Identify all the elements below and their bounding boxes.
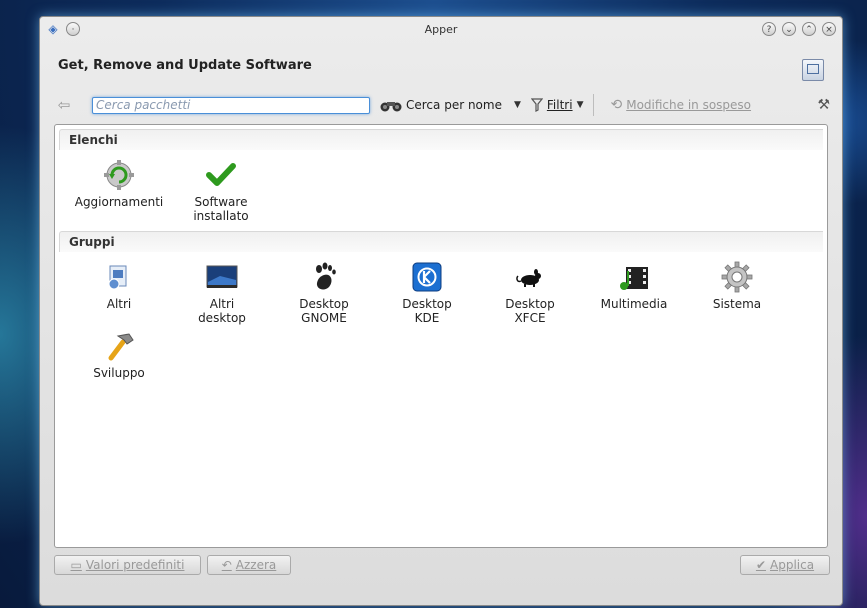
maximize-button[interactable]: ⌃ <box>802 22 816 36</box>
toolbar: ⇦ Cerca per nome ▼ Filtri ▼ ⟲ Modifiche … <box>54 93 830 117</box>
other-icon <box>102 261 136 293</box>
help-button[interactable]: ? <box>762 22 776 36</box>
kde-icon <box>410 261 444 293</box>
window-title: Apper <box>424 23 458 36</box>
defaults-button[interactable]: ▭ Valori predefiniti <box>54 555 201 575</box>
chevron-down-icon: ▼ <box>576 100 584 110</box>
filters-button[interactable]: Filtri ▼ <box>530 98 584 112</box>
titlebar: ◈ · Apper ? ⌄ ⌃ × <box>40 17 842 43</box>
checkmark-icon <box>204 159 238 191</box>
system-gear-icon <box>720 261 754 293</box>
group-item-other-desktops[interactable]: Altri desktop <box>170 261 274 325</box>
list-item-label: Software installato <box>193 195 249 223</box>
groups-section-title: Gruppi <box>69 235 115 249</box>
back-arrow-icon[interactable]: ⇦ <box>54 96 74 114</box>
search-mode-label: Cerca per nome <box>406 98 502 112</box>
list-item-installed-software[interactable]: Software installato <box>169 159 273 223</box>
updates-icon <box>102 159 136 191</box>
filters-label: Filtri <box>546 98 573 112</box>
group-item-label: Multimedia <box>600 297 668 311</box>
page-title: Get, Remove and Update Software <box>58 58 312 73</box>
close-button[interactable]: × <box>822 22 836 36</box>
pending-changes-label: Modifiche in sospeso <box>626 98 752 112</box>
binoculars-icon <box>380 102 402 112</box>
lists-section-band <box>59 129 823 150</box>
pending-changes-icon: ⟲ <box>610 97 623 113</box>
list-item-updates[interactable]: Aggiornamenti <box>67 159 171 209</box>
group-item-label: Desktop XFCE <box>505 297 555 325</box>
group-item-other[interactable]: Altri <box>67 261 171 311</box>
group-item-multimedia[interactable]: Multimedia <box>582 261 686 311</box>
hammer-icon <box>102 330 136 362</box>
list-item-label: Aggiornamenti <box>74 195 164 209</box>
apply-button[interactable]: ✔ Applica <box>740 555 830 575</box>
pending-changes-button[interactable]: ⟲ Modifiche in sospeso <box>610 97 751 113</box>
search-mode-button[interactable]: Cerca per nome ▼ <box>380 98 521 112</box>
reset-label: Azzera <box>235 558 277 572</box>
group-item-label: Altri <box>106 297 132 311</box>
group-item-label: Sistema <box>712 297 762 311</box>
reset-icon: ↶ <box>221 558 232 572</box>
apply-check-icon: ✔ <box>755 558 766 572</box>
minimize-button[interactable]: ⌄ <box>782 22 796 36</box>
groups-section-band <box>59 231 823 252</box>
defaults-icon: ▭ <box>70 558 82 572</box>
filter-icon <box>530 98 543 112</box>
settings-tools-icon[interactable]: ⚒ <box>817 97 830 113</box>
apply-label: Applica <box>770 558 815 572</box>
group-item-xfce-desktop[interactable]: Desktop XFCE <box>478 261 582 325</box>
reset-button[interactable]: ↶ Azzera <box>207 555 291 575</box>
lists-section-title: Elenchi <box>69 133 118 147</box>
defaults-label: Valori predefiniti <box>85 558 185 572</box>
group-item-development[interactable]: Sviluppo <box>67 330 171 380</box>
group-item-gnome-desktop[interactable]: Desktop GNOME <box>272 261 376 325</box>
apper-window: ◈ · Apper ? ⌄ ⌃ × Get, Remove and Update… <box>39 16 843 606</box>
group-item-label: Desktop KDE <box>402 297 452 325</box>
gnome-icon <box>307 261 341 293</box>
desktop-icon <box>205 261 239 293</box>
multimedia-icon <box>617 261 651 293</box>
toolbar-separator <box>593 94 595 116</box>
footer-buttons: ▭ Valori predefiniti ↶ Azzera ✔ Applica <box>54 555 830 577</box>
group-item-label: Desktop GNOME <box>299 297 349 325</box>
software-sources-icon[interactable] <box>802 59 824 81</box>
main-content: Elenchi Aggiornamenti Software installat… <box>54 124 828 548</box>
group-item-kde-desktop[interactable]: Desktop KDE <box>375 261 479 325</box>
group-item-system[interactable]: Sistema <box>685 261 789 311</box>
search-input[interactable] <box>92 96 370 114</box>
xfce-icon <box>513 261 547 293</box>
chevron-down-icon[interactable]: ▼ <box>514 100 521 110</box>
group-item-label: Sviluppo <box>93 366 145 380</box>
group-item-label: Altri desktop <box>198 297 246 325</box>
